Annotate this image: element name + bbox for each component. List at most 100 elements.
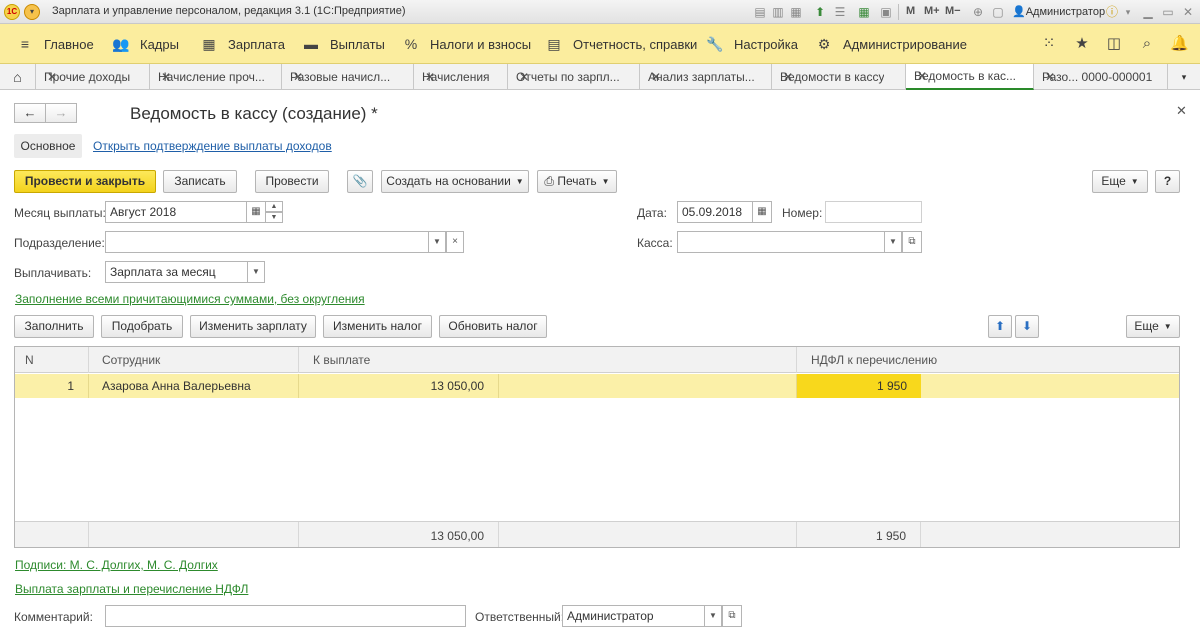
menu-item-settings[interactable]: 🔧 Настройка (706, 24, 798, 64)
responsible-open-button[interactable]: ⧉ (722, 605, 742, 627)
info-dropdown-icon[interactable]: ▾ (1120, 4, 1136, 20)
history-icon[interactable]: ◫ (1105, 35, 1123, 53)
notifications-bell-icon[interactable]: 🔔 (1170, 35, 1189, 53)
menu-item-main[interactable]: ≡ Главное (16, 24, 94, 64)
column-header-employee[interactable]: Сотрудник (89, 347, 299, 373)
zoom-icon[interactable]: ⊕ (970, 4, 986, 20)
row-number-cell[interactable]: 1 (15, 374, 89, 398)
tab-salary-reports[interactable]: Отчеты по зарпл... ✕ (508, 64, 640, 90)
forward-button[interactable]: → (45, 103, 77, 123)
pay-type-dropdown-button[interactable]: ▼ (247, 261, 265, 283)
maximize-icon[interactable]: ▭ (1160, 4, 1176, 20)
totals-spacer-cell (15, 522, 89, 547)
payment-month-field[interactable]: Август 2018 (105, 201, 247, 223)
move-down-button[interactable]: ⬇ (1015, 315, 1039, 338)
favorites-star-icon[interactable]: ★ (1073, 35, 1091, 53)
chevron-down-icon: ▼ (270, 214, 278, 221)
table-icon[interactable]: ▦ (856, 4, 872, 20)
table-row[interactable]: 1 Азарова Анна Валерьевна 13 050,00 1 95… (15, 374, 1179, 398)
minimize-icon[interactable]: ▁ (1140, 4, 1156, 20)
to-pay-extra-cell[interactable] (499, 374, 797, 398)
calendar-icon[interactable]: ▣ (878, 4, 894, 20)
create-based-on-button[interactable]: Создать на основании ▼ (381, 170, 529, 193)
save-button[interactable]: Записать (163, 170, 237, 193)
fill-mode-link[interactable]: Заполнение всеми причитающимися суммами,… (15, 292, 365, 306)
division-clear-button[interactable]: × (446, 231, 464, 253)
section-main[interactable]: Основное (14, 134, 82, 158)
menu-item-salary[interactable]: ▦ Зарплата (200, 24, 285, 64)
people-icon: 👥 (112, 35, 130, 52)
menu-item-taxes[interactable]: % Налоги и взносы (402, 24, 531, 64)
fullscreen-icon[interactable]: ▢ (990, 4, 1006, 20)
tab-other-income[interactable]: Прочие доходы ✕ (36, 64, 150, 90)
responsible-dropdown-button[interactable]: ▼ (704, 605, 722, 627)
column-header-to-pay[interactable]: К выплате (299, 347, 797, 373)
close-window-icon[interactable]: ✕ (1180, 4, 1196, 20)
apps-grid-icon[interactable]: ⁙ (1040, 35, 1058, 53)
close-form-icon[interactable]: ✕ (1176, 103, 1187, 119)
tab-salary-analysis[interactable]: Анализ зарплаты... ✕ (640, 64, 772, 90)
post-button[interactable]: Провести (255, 170, 329, 193)
memory-add-button[interactable]: M+ (924, 5, 940, 17)
more-actions-button[interactable]: Еще ▼ (1092, 170, 1148, 193)
move-up-button[interactable]: ⬆ (988, 315, 1012, 338)
date-field[interactable]: 05.09.2018 (677, 201, 753, 223)
month-calendar-button[interactable]: ▦ (246, 201, 266, 223)
memory-button[interactable]: M (906, 5, 915, 17)
change-tax-button[interactable]: Изменить налог (323, 315, 432, 338)
tab-home[interactable]: ⌂ (0, 64, 36, 90)
tab-accruals[interactable]: Начисления ✕ (414, 64, 508, 90)
help-button[interactable]: ? (1155, 170, 1180, 193)
main-menu-icon[interactable]: ▾ (24, 4, 40, 20)
menu-item-payments[interactable]: ▬ Выплаты (302, 24, 385, 64)
info-icon[interactable]: ⓘ (1104, 4, 1120, 20)
menu-item-reports[interactable]: ▤ Отчетность, справки (545, 24, 697, 64)
cash-field[interactable] (677, 231, 885, 253)
division-field[interactable] (105, 231, 429, 253)
tab-cash-statements[interactable]: Ведомости в кассу ✕ (772, 64, 906, 90)
to-pay-cell[interactable]: 13 050,00 (299, 374, 499, 398)
current-user[interactable]: 👤Администратор (1012, 5, 1105, 18)
tab-cash-statement-active[interactable]: Ведомость в кас... ✕ (906, 64, 1034, 90)
save-icon[interactable]: ▤ (752, 4, 768, 20)
list-icon[interactable]: ☰ (832, 4, 848, 20)
number-field[interactable] (825, 201, 922, 223)
cash-open-button[interactable]: ⧉ (902, 231, 922, 253)
pick-button[interactable]: Подобрать (101, 315, 183, 338)
column-header-n[interactable]: N (15, 347, 89, 373)
ndfl-cell[interactable]: 1 950 (797, 374, 921, 398)
signatures-link[interactable]: Подписи: М. С. Долгих, М. С. Долгих (15, 558, 218, 572)
menu-item-admin[interactable]: ⚙ Администрирование (815, 24, 967, 64)
attach-button[interactable]: 📎 (347, 170, 373, 193)
update-tax-button[interactable]: Обновить налог (439, 315, 547, 338)
month-up-button[interactable]: ▲ (265, 201, 283, 212)
employees-table[interactable]: N Сотрудник К выплате НДФЛ к перечислени… (14, 346, 1180, 548)
search-icon[interactable]: ⌕ (1138, 35, 1156, 53)
tabs-overflow-button[interactable]: ▾ (1168, 64, 1200, 90)
preview-icon[interactable]: ▦ (788, 4, 804, 20)
tab-other-accrual[interactable]: Начисление проч... ✕ (150, 64, 282, 90)
comment-field[interactable] (105, 605, 466, 627)
month-down-button[interactable]: ▼ (265, 212, 283, 223)
fill-button[interactable]: Заполнить (14, 315, 94, 338)
post-and-close-button[interactable]: Провести и закрыть (14, 170, 156, 193)
tab-one-time-accruals[interactable]: Разовые начисл... ✕ (282, 64, 414, 90)
change-salary-button[interactable]: Изменить зарплату (190, 315, 316, 338)
cash-dropdown-button[interactable]: ▼ (884, 231, 902, 253)
date-calendar-button[interactable]: ▦ (752, 201, 772, 223)
table-more-button[interactable]: Еще ▼ (1126, 315, 1180, 338)
menu-item-hr[interactable]: 👥 Кадры (112, 24, 179, 64)
column-header-ndfl[interactable]: НДФЛ к перечислению (797, 347, 1179, 373)
memory-sub-button[interactable]: M− (945, 5, 961, 17)
division-dropdown-button[interactable]: ▼ (428, 231, 446, 253)
tab-one-time-doc[interactable]: Разо... 0000-000001 ✕ (1034, 64, 1168, 90)
upload-icon[interactable]: ⬆ (812, 4, 828, 20)
responsible-field[interactable]: Администратор (562, 605, 705, 627)
print-icon[interactable]: ▥ (770, 4, 786, 20)
payment-ndfl-link[interactable]: Выплата зарплаты и перечисление НДФЛ (15, 582, 248, 596)
back-button[interactable]: ← (14, 103, 46, 123)
print-button[interactable]: ⎙ Печать ▼ (537, 170, 617, 193)
pay-type-field[interactable]: Зарплата за месяц (105, 261, 248, 283)
employee-cell[interactable]: Азарова Анна Валерьевна (89, 374, 299, 398)
open-payment-confirmation-link[interactable]: Открыть подтверждение выплаты доходов (93, 139, 332, 153)
